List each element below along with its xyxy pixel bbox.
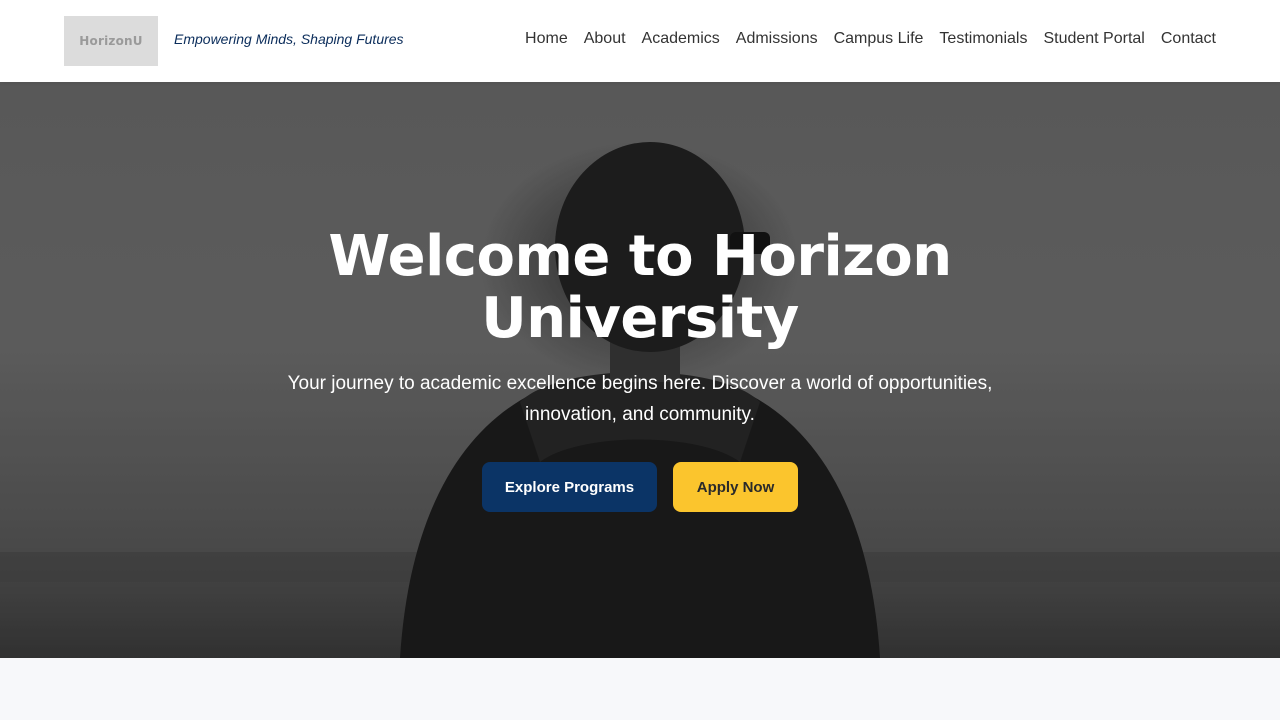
hero-section: Welcome to Horizon University Your journ…: [0, 82, 1280, 658]
hero-title: Welcome to Horizon University: [328, 224, 952, 351]
site-header: HorizonU Empowering Minds, Shaping Futur…: [0, 0, 1280, 82]
main-nav: Home About Academics Admissions Campus L…: [525, 30, 1216, 48]
site-logo[interactable]: HorizonU: [64, 16, 158, 66]
apply-now-button[interactable]: Apply Now: [673, 462, 798, 512]
nav-contact[interactable]: Contact: [1161, 30, 1216, 48]
nav-admissions[interactable]: Admissions: [736, 30, 818, 48]
nav-campus-life[interactable]: Campus Life: [834, 30, 924, 48]
explore-programs-button[interactable]: Explore Programs: [482, 462, 657, 512]
nav-academics[interactable]: Academics: [642, 30, 720, 48]
nav-home[interactable]: Home: [525, 30, 568, 48]
nav-testimonials[interactable]: Testimonials: [939, 30, 1027, 48]
nav-student-portal[interactable]: Student Portal: [1043, 30, 1144, 48]
nav-about[interactable]: About: [584, 30, 626, 48]
site-tagline: Empowering Minds, Shaping Futures: [174, 31, 404, 47]
hero-subtitle: Your journey to academic excellence begi…: [287, 373, 993, 425]
